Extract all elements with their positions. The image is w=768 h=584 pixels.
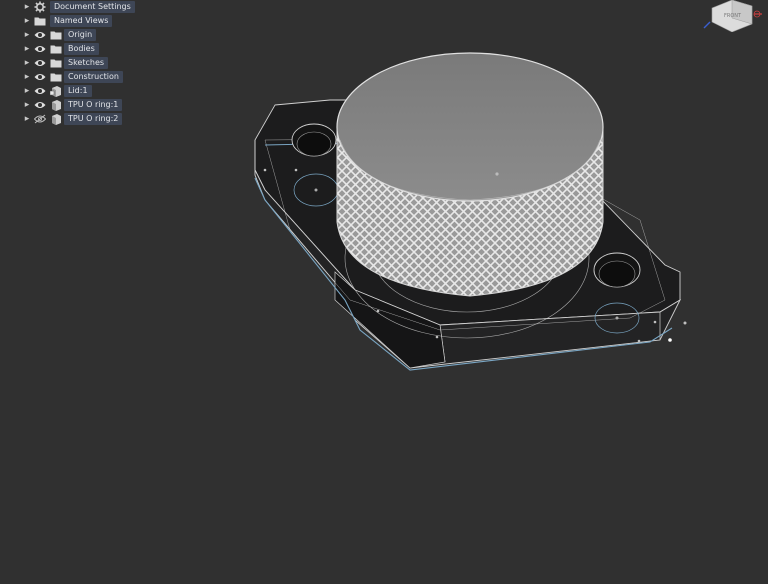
tree-item-lid-1[interactable]: ▸ Lid:1	[20, 84, 160, 98]
eye-icon[interactable]	[34, 58, 46, 68]
tree-item-label: Lid:1	[64, 85, 92, 97]
gear-icon	[34, 1, 46, 13]
eye-icon[interactable]	[34, 100, 46, 110]
component-icon	[52, 100, 61, 111]
tree-item-label: Sketches	[64, 57, 109, 69]
eye-icon[interactable]	[34, 86, 46, 96]
tree-item-tpu-o-ring-1[interactable]: ▸ TPU O ring:1	[20, 98, 160, 112]
chevron-right-icon[interactable]: ▸	[22, 56, 32, 70]
eye-icon[interactable]	[34, 30, 46, 40]
folder-icon	[34, 17, 46, 26]
tree-item-tpu-o-ring-2[interactable]: ▸ TPU O ring:2	[20, 112, 160, 126]
tree-item-construction[interactable]: ▸ Construction	[20, 70, 160, 84]
tree-item-label: Document Settings	[50, 1, 135, 13]
chevron-right-icon[interactable]: ▸	[22, 70, 32, 84]
tree-item-label: Named Views	[50, 15, 113, 27]
chevron-right-icon[interactable]: ▸	[22, 0, 32, 14]
knurled-knob[interactable]	[336, 52, 604, 297]
tree-item-label: TPU O ring:1	[64, 99, 123, 111]
tree-item-sketches[interactable]: ▸ Sketches	[20, 56, 160, 70]
tree-item-label: Construction	[64, 71, 123, 83]
chevron-right-icon[interactable]: ▸	[22, 28, 32, 42]
chevron-right-icon[interactable]: ▸	[22, 98, 32, 112]
folder-icon	[50, 73, 62, 82]
component-icon	[50, 86, 61, 97]
tree-item-bodies[interactable]: ▸ Bodies	[20, 42, 160, 56]
viewcube-label: FRONT	[724, 13, 742, 19]
folder-icon	[50, 59, 62, 68]
folder-icon	[50, 31, 62, 40]
chevron-right-icon[interactable]: ▸	[22, 14, 32, 28]
tree-item-label: TPU O ring:2	[64, 113, 123, 125]
component-icon	[52, 114, 61, 125]
folder-icon	[50, 45, 62, 54]
eye-icon[interactable]	[34, 72, 46, 82]
chevron-right-icon[interactable]: ▸	[22, 112, 32, 126]
tree-item-document-settings[interactable]: ▸ Document Settings	[20, 0, 160, 14]
eye-icon[interactable]	[34, 44, 46, 54]
tree-item-label: Origin	[64, 29, 97, 41]
tree-item-label: Bodies	[64, 43, 99, 55]
viewcube[interactable]: FRONT	[702, 0, 768, 32]
browser-tree: ▸ Document Settings ▸ Named Views ▸ Orig…	[20, 0, 160, 126]
tree-item-origin[interactable]: ▸ Origin	[20, 28, 160, 42]
tree-item-named-views[interactable]: ▸ Named Views	[20, 14, 160, 28]
chevron-right-icon[interactable]: ▸	[22, 84, 32, 98]
eye-hidden-icon[interactable]	[34, 114, 46, 124]
chevron-right-icon[interactable]: ▸	[22, 42, 32, 56]
